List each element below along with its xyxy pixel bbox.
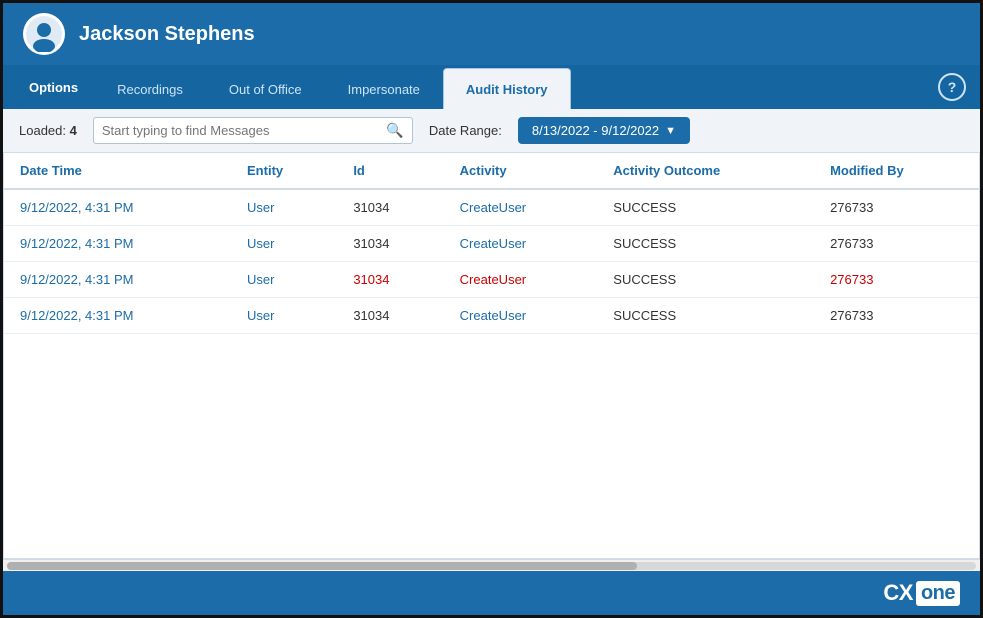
scrollbar-track bbox=[7, 562, 976, 570]
col-activity: Activity bbox=[444, 153, 598, 189]
audit-table: Date Time Entity Id Activity Activity Ou… bbox=[4, 153, 979, 334]
col-entity: Entity bbox=[231, 153, 337, 189]
cell-modified-by[interactable]: 276733 bbox=[814, 262, 979, 298]
col-activity-outcome: Activity Outcome bbox=[597, 153, 814, 189]
avatar bbox=[23, 13, 65, 55]
cell-activity-outcome: SUCCESS bbox=[597, 298, 814, 334]
cell-id[interactable]: 31034 bbox=[337, 298, 443, 334]
cell-date-time[interactable]: 9/12/2022, 4:31 PM bbox=[4, 298, 231, 334]
search-box[interactable]: 🔍 bbox=[93, 117, 413, 144]
chevron-down-icon: ▼ bbox=[665, 125, 676, 137]
table-row: 9/12/2022, 4:31 PMUser31034CreateUserSUC… bbox=[4, 262, 979, 298]
cell-activity[interactable]: CreateUser bbox=[444, 226, 598, 262]
table-row: 9/12/2022, 4:31 PMUser31034CreateUserSUC… bbox=[4, 189, 979, 226]
cell-modified-by[interactable]: 276733 bbox=[814, 189, 979, 226]
logo-cx: CX bbox=[883, 580, 913, 606]
cell-activity[interactable]: CreateUser bbox=[444, 189, 598, 226]
cell-id[interactable]: 31034 bbox=[337, 262, 443, 298]
audit-table-container: Date Time Entity Id Activity Activity Ou… bbox=[3, 153, 980, 559]
search-input[interactable] bbox=[102, 123, 381, 138]
tab-out-of-office[interactable]: Out of Office bbox=[206, 68, 325, 109]
footer: CXone bbox=[3, 571, 980, 615]
col-modified-by: Modified By bbox=[814, 153, 979, 189]
cell-date-time[interactable]: 9/12/2022, 4:31 PM bbox=[4, 226, 231, 262]
tab-impersonate[interactable]: Impersonate bbox=[325, 68, 443, 109]
search-icon: 🔍 bbox=[386, 122, 403, 139]
loaded-label: Loaded: 4 bbox=[19, 123, 77, 138]
cell-date-time[interactable]: 9/12/2022, 4:31 PM bbox=[4, 189, 231, 226]
cell-entity[interactable]: User bbox=[231, 189, 337, 226]
cell-activity-outcome: SUCCESS bbox=[597, 226, 814, 262]
cell-activity-outcome: SUCCESS bbox=[597, 189, 814, 226]
loaded-count: 4 bbox=[70, 123, 77, 138]
cell-activity[interactable]: CreateUser bbox=[444, 298, 598, 334]
cell-id[interactable]: 31034 bbox=[337, 226, 443, 262]
date-range-button[interactable]: 8/13/2022 - 9/12/2022 ▼ bbox=[518, 117, 690, 144]
cell-entity[interactable]: User bbox=[231, 262, 337, 298]
table-row: 9/12/2022, 4:31 PMUser31034CreateUserSUC… bbox=[4, 226, 979, 262]
date-range-value: 8/13/2022 - 9/12/2022 bbox=[532, 123, 659, 138]
col-id: Id bbox=[337, 153, 443, 189]
filter-bar: Loaded: 4 🔍 Date Range: 8/13/2022 - 9/12… bbox=[3, 109, 980, 153]
tab-options[interactable]: Options bbox=[13, 65, 94, 109]
tab-bar: Options Recordings Out of Office Imperso… bbox=[3, 65, 980, 109]
cell-entity[interactable]: User bbox=[231, 226, 337, 262]
cell-modified-by[interactable]: 276733 bbox=[814, 298, 979, 334]
help-button[interactable]: ? bbox=[938, 73, 966, 101]
table-header-row: Date Time Entity Id Activity Activity Ou… bbox=[4, 153, 979, 189]
cell-modified-by[interactable]: 276733 bbox=[814, 226, 979, 262]
cxone-logo: CXone bbox=[883, 580, 960, 606]
col-date-time: Date Time bbox=[4, 153, 231, 189]
main-content: Loaded: 4 🔍 Date Range: 8/13/2022 - 9/12… bbox=[3, 109, 980, 571]
horizontal-scrollbar[interactable] bbox=[3, 559, 980, 571]
tab-audit-history[interactable]: Audit History bbox=[443, 68, 571, 109]
cell-id[interactable]: 31034 bbox=[337, 189, 443, 226]
cell-activity[interactable]: CreateUser bbox=[444, 262, 598, 298]
header: Jackson Stephens bbox=[3, 3, 980, 65]
date-range-label: Date Range: bbox=[429, 123, 502, 138]
table-row: 9/12/2022, 4:31 PMUser31034CreateUserSUC… bbox=[4, 298, 979, 334]
cell-activity-outcome: SUCCESS bbox=[597, 262, 814, 298]
page-title: Jackson Stephens bbox=[79, 23, 255, 46]
logo-one: one bbox=[916, 581, 960, 606]
tab-recordings[interactable]: Recordings bbox=[94, 68, 206, 109]
cell-entity[interactable]: User bbox=[231, 298, 337, 334]
scrollbar-thumb bbox=[7, 562, 637, 570]
cell-date-time[interactable]: 9/12/2022, 4:31 PM bbox=[4, 262, 231, 298]
